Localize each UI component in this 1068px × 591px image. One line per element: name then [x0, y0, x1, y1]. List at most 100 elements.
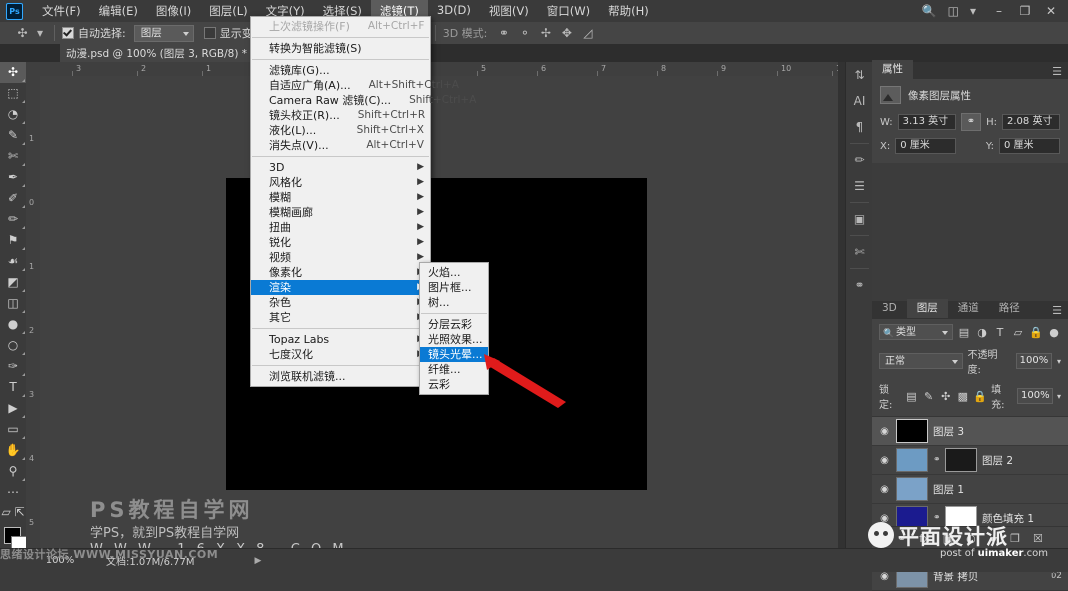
type-filter-icon[interactable]: T [993, 326, 1007, 339]
render-submenu-item[interactable]: 光照效果... [420, 332, 488, 347]
close-button[interactable]: ✕ [1038, 1, 1064, 21]
eye-icon[interactable]: ◉ [878, 455, 891, 466]
panel-menu-icon[interactable]: ☰ [1052, 65, 1068, 79]
layer-filter-dropdown[interactable]: 类型 [879, 324, 953, 342]
menu-1[interactable]: 编辑(E) [90, 0, 147, 22]
layer-row[interactable]: ◉ 图层 3 [872, 417, 1068, 446]
layers-panel-menu-icon[interactable]: ☰ [1052, 304, 1068, 318]
scale-3d-icon[interactable]: ◿ [579, 25, 596, 41]
shape-filter-icon[interactable]: ▱ [1011, 326, 1025, 339]
quickmask-icon[interactable]: ▱ ⇱ [0, 503, 26, 521]
history-brush-tool-icon[interactable]: ☙ [0, 251, 26, 272]
filter-menu-item[interactable]: 浏览联机滤镜... [251, 369, 430, 384]
filter-menu-item[interactable]: 镜头校正(R)... Shift+Ctrl+R [251, 108, 430, 123]
filter-menu-item[interactable]: 锐化 ▶ [251, 235, 430, 250]
filter-menu-item[interactable]: 其它▶ [251, 310, 430, 325]
gradient-tool-icon[interactable]: ◫ [0, 293, 26, 314]
marquee-tool-icon[interactable]: ⬚ [0, 83, 26, 104]
roll-3d-icon[interactable]: ⚬ [516, 25, 533, 41]
auto-select-checkbox[interactable] [62, 27, 74, 39]
search-icon[interactable]: 🔍 [922, 4, 937, 18]
filter-menu-item[interactable]: 七度汉化▶ [251, 347, 430, 362]
styles-icon[interactable]: ⚭ [846, 272, 873, 298]
layer-row[interactable]: ◉ 图层 1 [872, 475, 1068, 504]
shape-tool-icon[interactable]: ▭ [0, 419, 26, 440]
move-tool-icon[interactable]: ✣ [14, 25, 31, 41]
tab-properties[interactable]: 属性 [872, 60, 913, 79]
height-field[interactable]: 2.08 英寸 [1002, 114, 1060, 130]
minimize-button[interactable]: – [986, 1, 1012, 21]
menu-9[interactable]: 窗口(W) [538, 0, 599, 22]
menu-2[interactable]: 图像(I) [147, 0, 200, 22]
brush-tool-icon[interactable]: ✏ [0, 209, 26, 230]
layer-mask-thumbnail[interactable] [945, 448, 977, 472]
filter-menu-item[interactable]: 模糊 ▶ [251, 190, 430, 205]
restore-button[interactable]: ❐ [1012, 1, 1038, 21]
lock-position-icon[interactable]: ✣ [939, 390, 952, 403]
blend-mode-dropdown[interactable]: 正常 [879, 353, 963, 369]
path-select-tool-icon[interactable]: ▶ [0, 398, 26, 419]
layer-thumbnail[interactable] [896, 448, 928, 472]
workspace-icon[interactable]: ▾ [970, 4, 976, 18]
fill-chevron-icon[interactable]: ▾ [1057, 392, 1061, 401]
filter-menu-item[interactable]: 像素化▶ [251, 265, 430, 280]
render-submenu-item[interactable]: 分层云彩 [420, 317, 488, 332]
filter-menu-item[interactable]: 视频 ▶ [251, 250, 430, 265]
filter-menu-item[interactable]: 3D ▶ [251, 160, 430, 175]
actions-icon[interactable]: AI [846, 88, 873, 114]
menu-3[interactable]: 图层(L) [200, 0, 256, 22]
x-field[interactable]: 0 厘米 [895, 138, 957, 154]
eye-icon[interactable]: ◉ [878, 484, 891, 495]
blur-tool-icon[interactable]: ● [0, 314, 26, 335]
document-tab[interactable]: 动漫.psd @ 100% (图层 3, RGB/8) * ✕ [60, 44, 272, 62]
filter-menu-item[interactable]: 转换为智能滤镜(S) [251, 41, 430, 56]
filter-menu-item[interactable]: Topaz Labs▶ [251, 332, 430, 347]
history-icon[interactable]: ⇅ [846, 62, 873, 88]
new-layer-icon[interactable]: ❐ [1010, 532, 1020, 545]
healing-brush-tool-icon[interactable]: ✐ [0, 188, 26, 209]
filter-menu-item[interactable]: 液化(L)... Shift+Ctrl+X [251, 123, 430, 138]
filter-menu-item[interactable]: 滤镜库(G)... [251, 63, 430, 78]
adjustment-filter-icon[interactable]: ◑ [975, 326, 989, 339]
hand-tool-icon[interactable]: ✋ [0, 440, 26, 461]
filter-menu-item[interactable]: 渲染▶ [251, 280, 430, 295]
filter-menu-item[interactable]: 模糊画廊 ▶ [251, 205, 430, 220]
show-transform-checkbox[interactable] [203, 27, 216, 39]
fill-field[interactable]: 100% [1017, 388, 1054, 404]
lock-artboard-icon[interactable]: ▩ [956, 390, 969, 403]
clone-source-icon[interactable]: ▣ [846, 206, 873, 232]
eye-icon[interactable]: ◉ [878, 426, 891, 437]
smartobject-filter-icon[interactable]: 🔒 [1029, 326, 1043, 339]
opacity-field[interactable]: 100% [1015, 353, 1052, 369]
layer-row[interactable]: ◉ ⚭ 图层 2 [872, 446, 1068, 475]
more-tools-icon[interactable]: ⋯ [0, 482, 26, 503]
paragraph-icon[interactable]: ¶ [846, 114, 873, 140]
link-dimensions-icon[interactable]: ⚭ [960, 113, 982, 131]
render-submenu-item[interactable]: 火焰... [420, 265, 488, 280]
render-submenu-item[interactable]: 树... [420, 295, 488, 310]
pixel-filter-icon[interactable]: ▤ [957, 326, 971, 339]
pan-3d-icon[interactable]: ✢ [537, 25, 554, 41]
auto-select-scope-dropdown[interactable]: 图层 [133, 24, 194, 42]
filter-menu-item[interactable]: Camera Raw 滤镜(C)... Shift+Ctrl+A [251, 93, 476, 108]
zoom-tool-icon[interactable]: ⚲ [0, 461, 26, 482]
menu-7[interactable]: 3D(D) [428, 0, 480, 22]
pen-tool-icon[interactable]: ✑ [0, 356, 26, 377]
tab-通道[interactable]: 通道 [948, 299, 989, 318]
crop-tool-icon[interactable]: ✄ [0, 146, 26, 167]
link-icon[interactable]: ⚭ [933, 455, 941, 465]
delete-layer-icon[interactable]: ☒ [1033, 532, 1043, 545]
clone-stamp-tool-icon[interactable]: ⚑ [0, 230, 26, 251]
tool-preset-chevron-icon[interactable]: ▾ [35, 25, 45, 41]
tab-图层[interactable]: 图层 [906, 299, 948, 318]
tab-路径[interactable]: 路径 [989, 299, 1030, 318]
filter-menu[interactable]: 上次滤镜操作(F) Alt+Ctrl+F 转换为智能滤镜(S) 滤镜库(G)... 自适… [250, 16, 476, 387]
type-tool-icon[interactable]: T [0, 377, 26, 398]
eyedropper-tool-icon[interactable]: ✒ [0, 167, 26, 188]
lasso-tool-icon[interactable]: ◔ [0, 104, 26, 125]
filter-menu-item[interactable]: 风格化 ▶ [251, 175, 430, 190]
y-field[interactable]: 0 厘米 [999, 138, 1060, 154]
orbit-3d-icon[interactable]: ⚭ [495, 25, 512, 41]
filter-menu-item[interactable]: 消失点(V)... Alt+Ctrl+V [251, 138, 430, 153]
dodge-tool-icon[interactable]: ○ [0, 335, 26, 356]
